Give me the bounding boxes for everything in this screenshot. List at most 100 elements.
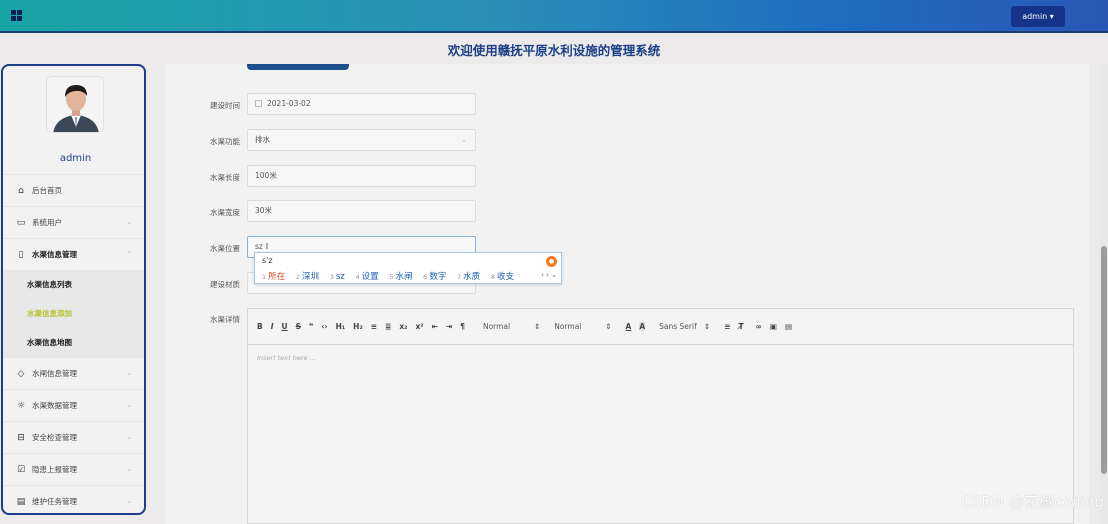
font-select-value: Sans Serif (659, 322, 697, 331)
subscript-button[interactable]: x₂ (399, 322, 407, 331)
sidebar: admin ⌂ 后台首页 ▭ 系统用户 ⌄ ▯ 水渠信息管理 ⌃ 水渠信息列表 … (1, 64, 146, 515)
bookmark-icon: ▯ (18, 249, 24, 260)
bullet-list-button[interactable]: ≣ (385, 322, 391, 331)
watermark: CSDN @花椒coding (961, 493, 1104, 511)
header-select-value: Normal (554, 322, 582, 331)
chevron-down-icon: ⌄ (126, 465, 132, 473)
background-color-icon[interactable]: A (639, 322, 646, 331)
width-field[interactable]: 30米 (247, 200, 476, 222)
text-cursor-icon: I (265, 242, 269, 251)
editor-placeholder: Insert text here ... (257, 354, 316, 362)
submit-button-edge[interactable] (247, 64, 349, 70)
sidebar-item-label: 后台首页 (32, 186, 62, 195)
sidebar-subitem-canal-add[interactable]: 水渠信息添加 (3, 299, 144, 328)
ime-candidate[interactable]: 8 收支 (491, 272, 514, 282)
function-label: 水渠功能 (210, 137, 240, 146)
underline-button[interactable]: U (282, 322, 288, 331)
sidebar-item-label: 安全检查管理 (32, 433, 77, 442)
inbox-icon: ⊟ (17, 432, 25, 443)
ime-candidate-list: 1 所在 2 深圳 3 sz 4 设置 5 水闸 6 数字 7 水质 8 收支 (262, 270, 522, 282)
ime-candidate[interactable]: 4 设置 (355, 272, 378, 282)
detail-label: 水渠详情 (210, 315, 240, 324)
video-icon[interactable]: ▤ (785, 322, 792, 331)
sidebar-item-canal-info[interactable]: ▯ 水渠信息管理 ⌃ (3, 238, 144, 270)
build-time-label: 建设时间 (210, 101, 240, 110)
select-arrows-icon: ⇕ (703, 322, 711, 331)
width-label: 水渠宽度 (210, 208, 240, 217)
function-select[interactable]: 排水 ⌄ (247, 129, 476, 151)
sidebar-item-label: 水闸信息管理 (32, 369, 77, 378)
sidebar-item-safety-check[interactable]: ⊟ 安全检查管理 ⌄ (3, 421, 144, 453)
clear-format-icon[interactable]: T̸ (738, 322, 743, 331)
sidebar-item-label: 维护任务管理 (32, 497, 77, 506)
sidebar-item-home[interactable]: ⌂ 后台首页 (3, 174, 144, 206)
function-value: 排水 (255, 135, 270, 144)
top-bar: admin ▾ (0, 0, 1108, 33)
tag-icon: ◇ (17, 368, 25, 379)
align-icon[interactable]: ≡ (724, 322, 730, 331)
scrollbar-thumb[interactable] (1101, 246, 1107, 474)
ime-candidate[interactable]: 6 数字 (423, 272, 446, 282)
chevron-down-icon: ⌄ (126, 433, 132, 441)
ime-candidate[interactable]: 2 深圳 (296, 272, 319, 282)
code-block-button[interactable]: ‹› (321, 322, 327, 331)
font-color-icon[interactable]: A (626, 322, 632, 331)
ime-candidate[interactable]: 7 水质 (457, 272, 480, 282)
superscript-button[interactable]: x² (415, 322, 423, 331)
ime-candidate[interactable]: 5 水闸 (389, 272, 412, 282)
bold-button[interactable]: B (257, 322, 263, 331)
page-scrollbar[interactable] (1100, 64, 1108, 524)
sidebar-item-hazard-report[interactable]: ☑ 隐患上报管理 ⌄ (3, 453, 144, 485)
ime-candidate[interactable]: 3 sz (330, 272, 345, 282)
h2-button[interactable]: H₂ (353, 322, 363, 331)
location-value: sz (255, 242, 263, 251)
outdent-button[interactable]: ⇤ (432, 322, 438, 331)
header-select[interactable]: Normal ⇕ (554, 322, 611, 331)
sidebar-item-maintenance[interactable]: ▤ 维护任务管理 ⌄ (3, 485, 144, 513)
sidebar-item-system-users[interactable]: ▭ 系统用户 ⌄ (3, 206, 144, 238)
admin-dropdown-button[interactable]: admin ▾ (1011, 6, 1065, 27)
strike-button[interactable]: S (296, 322, 301, 331)
ime-nav-arrows[interactable]: ‹ › ⌄ (541, 271, 557, 279)
ime-candidate-popup: s'z ● 1 所在 2 深圳 3 sz 4 设置 5 水闸 6 数字 7 水质 8 收支 ‹ … (254, 252, 562, 284)
h1-button[interactable]: H₁ (336, 322, 346, 331)
ime-composition-text: s'z (262, 256, 273, 265)
indent-button[interactable]: ⇥ (446, 322, 452, 331)
sidebar-item-label: 隐患上报管理 (32, 465, 77, 474)
chevron-down-icon: ⌄ (126, 497, 132, 505)
sidebar-item-sluice-info[interactable]: ◇ 水闸信息管理 ⌄ (3, 357, 144, 389)
select-arrows-icon: ⇕ (605, 322, 612, 331)
chevron-down-icon: ⌄ (126, 369, 132, 377)
font-select[interactable]: Sans Serif ⇕ (659, 322, 710, 331)
clipboard-icon: ☑ (16, 464, 26, 475)
sidebar-item-label: 水渠数据管理 (32, 401, 77, 410)
menu-grid-icon[interactable] (11, 10, 22, 21)
chevron-down-icon: ⌄ (126, 401, 132, 409)
link-icon[interactable]: ∞ (756, 322, 762, 331)
image-icon[interactable]: ▣ (770, 322, 777, 331)
size-select-value: Normal (482, 322, 511, 331)
rich-text-editor[interactable]: B I U S ❞ ‹› H₁ H₂ ≡ ≣ x₂ x² ⇤ ⇥ ¶ Norma… (247, 308, 1074, 524)
location-label: 水渠位置 (210, 244, 240, 253)
sidebar-item-canal-data[interactable]: ☼ 水渠数据管理 ⌄ (3, 389, 144, 421)
length-field[interactable]: 100米 (247, 165, 476, 187)
monitor-icon: ▭ (16, 217, 26, 228)
text-direction-button[interactable]: ¶ (460, 322, 465, 331)
ime-candidate[interactable]: 1 所在 (262, 272, 285, 282)
sidebar-user-name: admin (59, 153, 92, 164)
sidebar-subitem-canal-list[interactable]: 水渠信息列表 (3, 270, 144, 299)
build-time-field[interactable]: 2021-03-02 (247, 93, 476, 115)
size-select[interactable]: Normal ⇕ (483, 322, 540, 331)
avatar (46, 76, 104, 133)
material-label: 建设材质 (210, 280, 240, 289)
chevron-down-icon: ⌄ (126, 218, 132, 226)
italic-button[interactable]: I (271, 322, 274, 331)
message-icon: ▤ (16, 496, 26, 507)
calendar-icon (255, 100, 262, 107)
blockquote-button[interactable]: ❞ (309, 322, 313, 331)
sidebar-subitem-canal-map[interactable]: 水渠信息地图 (3, 328, 144, 357)
ordered-list-button[interactable]: ≡ (371, 322, 377, 331)
select-arrows-icon: ⇕ (533, 322, 541, 331)
page-title: 欢迎使用赣抚平原水利设施的管理系统 (447, 43, 661, 58)
main-form-panel: 建设时间 2021-03-02 水渠功能 排水 ⌄ 水渠长度 100米 水渠宽度… (165, 64, 1089, 524)
